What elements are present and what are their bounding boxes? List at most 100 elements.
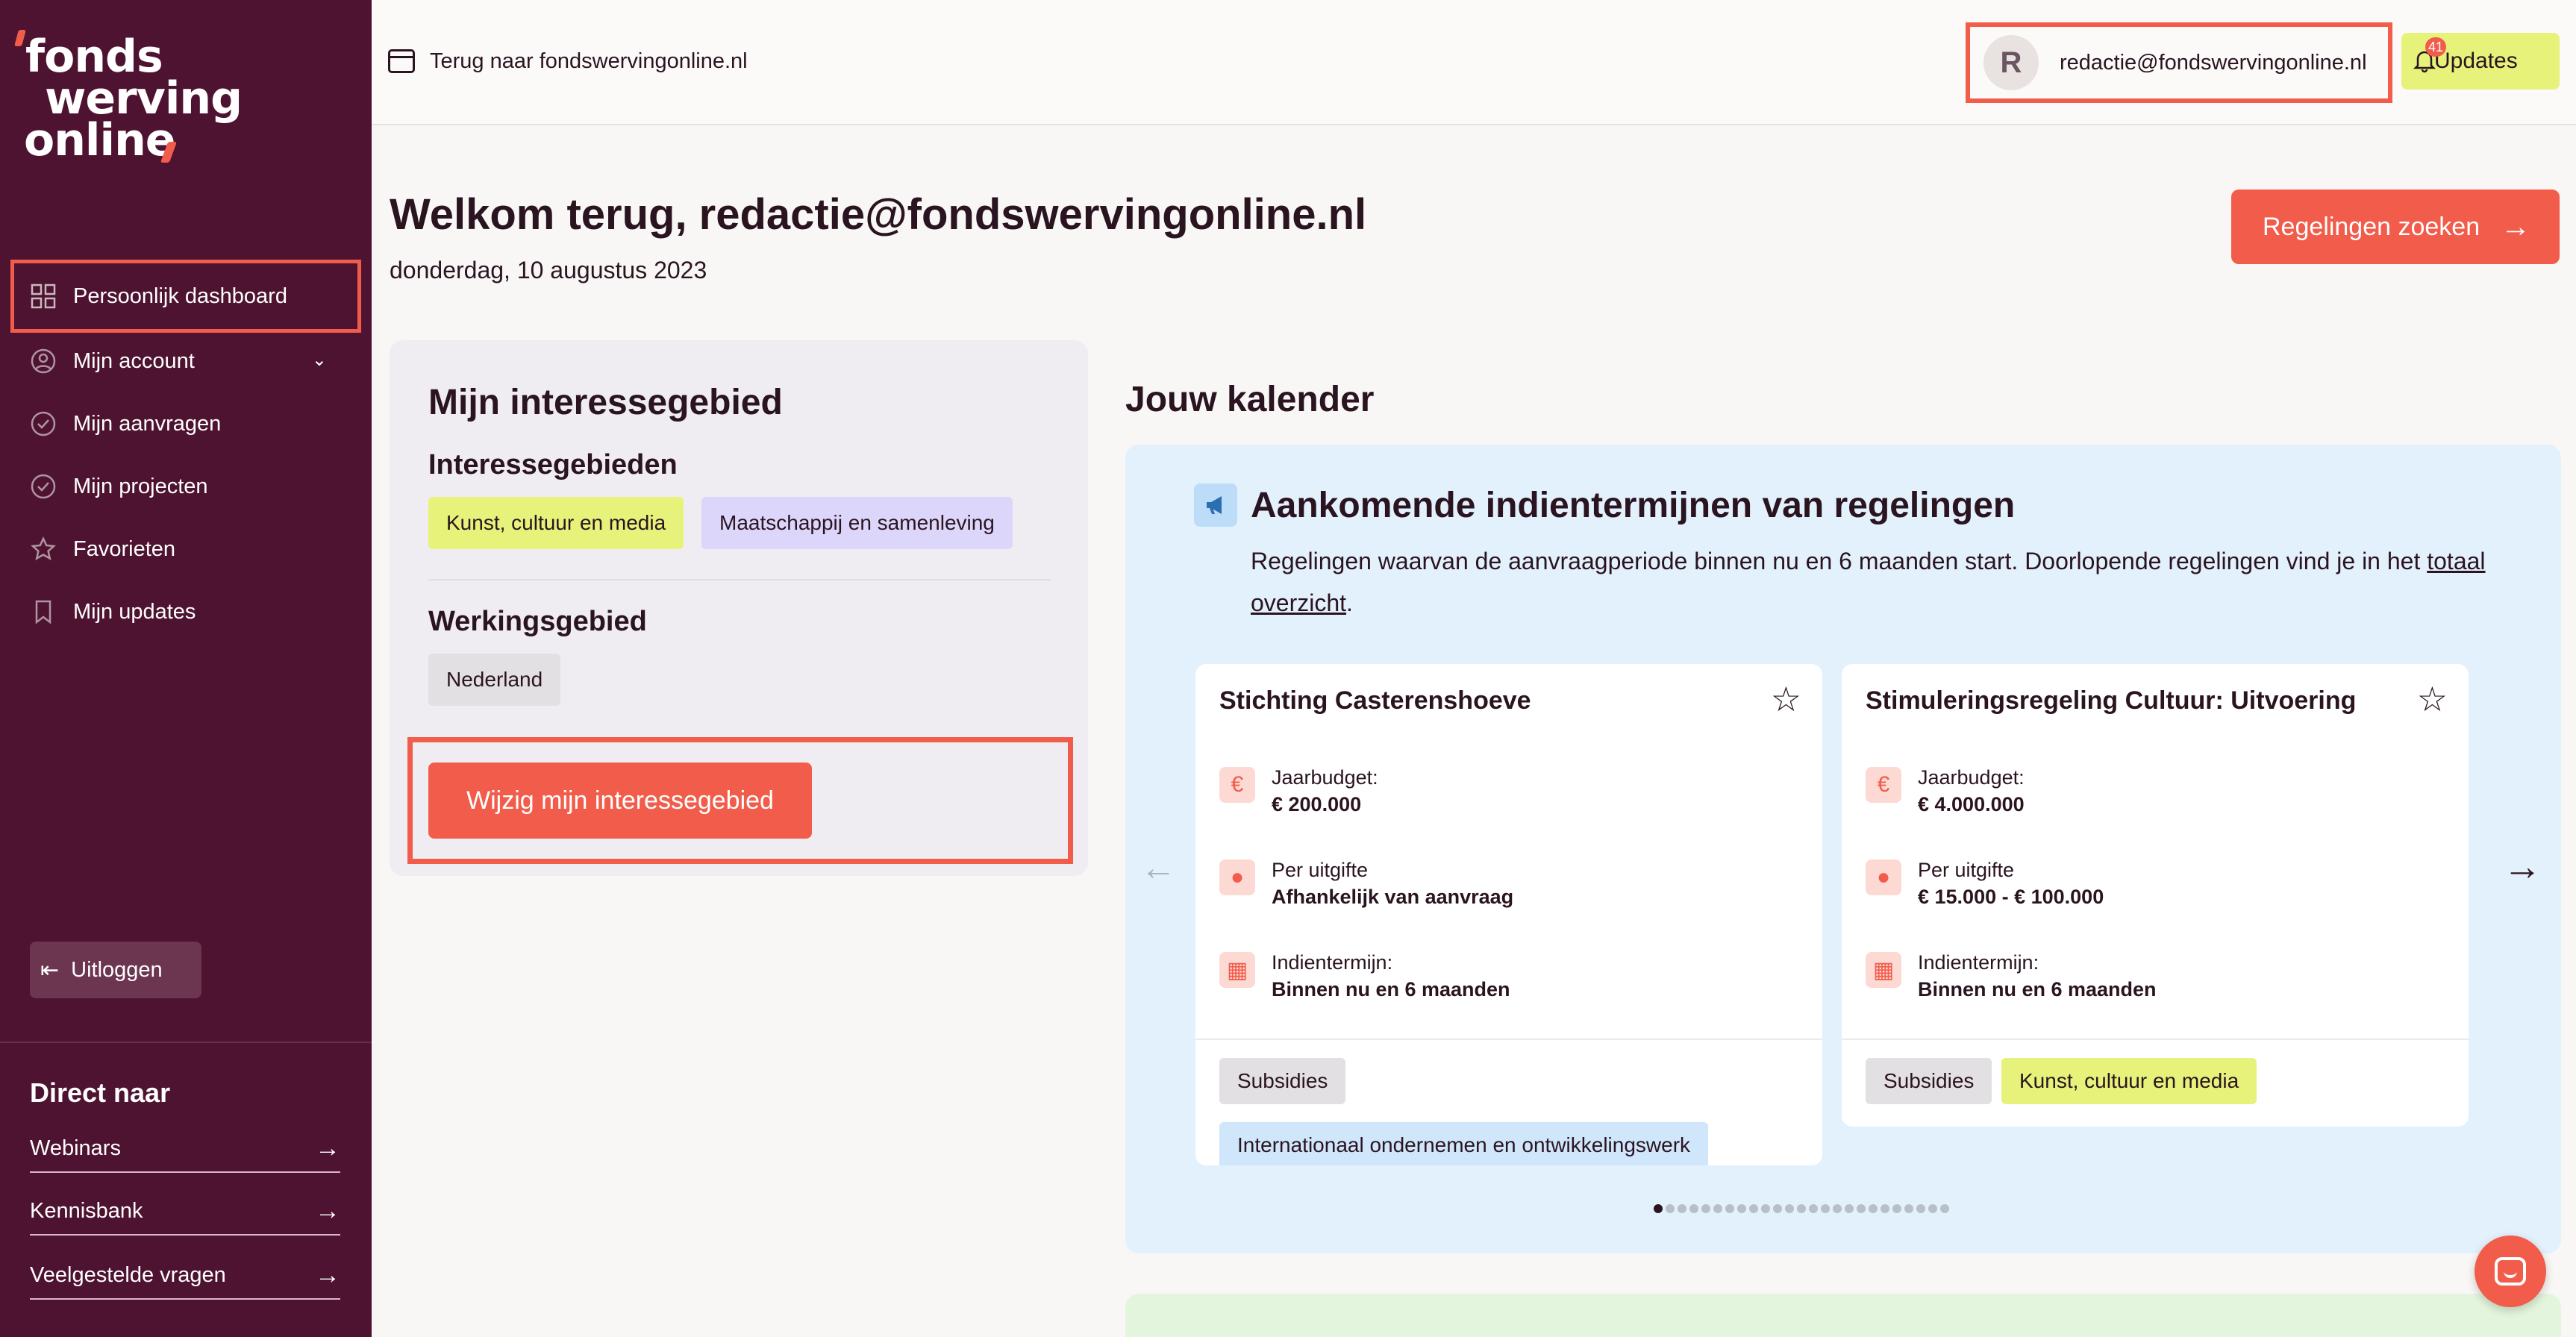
sidebar-item-favorieten[interactable]: Favorieten [10, 518, 361, 580]
carousel-dot[interactable] [1678, 1204, 1686, 1213]
favorite-star-icon[interactable]: ☆ [2417, 679, 2448, 719]
favorite-star-icon[interactable]: ☆ [1771, 679, 1801, 719]
sidebar-item-label: Mijn projecten [73, 474, 208, 498]
carousel-dot[interactable] [1785, 1204, 1794, 1213]
direct-link-label: Webinars [30, 1136, 121, 1160]
bookmark-icon [30, 598, 57, 625]
carousel-dot[interactable] [1701, 1204, 1710, 1213]
coins-icon: ● [1219, 860, 1255, 895]
logout-button[interactable]: ⇤ Uitloggen [30, 942, 201, 998]
per-value: € 15.000 - € 100.000 [1918, 886, 2104, 908]
per-uitgifte-row: ● Per uitgifte € 15.000 - € 100.000 [1866, 857, 2104, 924]
carousel-dot[interactable] [1725, 1204, 1734, 1213]
calendar-description: Regelingen waarvan de aanvraagperiode bi… [1251, 540, 2519, 624]
regeling-tag: Internationaal ondernemen en ontwikkelin… [1219, 1122, 1709, 1165]
divider [1842, 1039, 2469, 1040]
page-title: Welkom terug, redactie@fondswervingonlin… [390, 190, 1367, 239]
fondswerving-logo[interactable]: fonds werving online [14, 28, 261, 170]
sidebar-item-mijn-updates[interactable]: Mijn updates [10, 580, 361, 643]
per-uitgifte-row: ● Per uitgifte Afhankelijk van aanvraag [1219, 857, 1513, 924]
carousel-dot[interactable] [1666, 1204, 1675, 1213]
term-label: Indientermijn: [1918, 951, 2039, 974]
user-circle-icon [30, 348, 57, 375]
carousel-prev-button[interactable]: ← [1140, 848, 1176, 889]
carousel-dot[interactable] [1916, 1204, 1925, 1213]
carousel-next-button[interactable]: → [2503, 845, 2542, 889]
carousel-dot[interactable] [1689, 1204, 1698, 1213]
description-text: Regelingen waarvan de aanvraagperiode bi… [1251, 548, 2427, 574]
carousel-dot[interactable] [1857, 1204, 1866, 1213]
carousel-dot[interactable] [1761, 1204, 1770, 1213]
interest-subtitle: Interessegebieden [428, 449, 678, 480]
carousel-dot[interactable] [1881, 1204, 1889, 1213]
euro-icon: € [1866, 767, 1901, 803]
arrow-right-icon: → [315, 1260, 340, 1289]
term-value: Binnen nu en 6 maanden [1272, 978, 1510, 1001]
carousel-dot[interactable] [1809, 1204, 1818, 1213]
sidebar-item-label: Mijn account [73, 348, 195, 373]
carousel-dot[interactable] [1737, 1204, 1746, 1213]
carousel-dot[interactable] [1928, 1204, 1937, 1213]
logout-label: Uitloggen [71, 957, 163, 982]
carousel-dot[interactable] [1833, 1204, 1842, 1213]
carousel-dot[interactable] [1821, 1204, 1830, 1213]
sidebar-item-mijn-account[interactable]: Mijn account ⌄ [10, 330, 361, 392]
calendar-icon: ▦ [1866, 952, 1901, 988]
per-label: Per uitgifte [1272, 859, 1369, 881]
interest-title: Mijn interessegebied [428, 383, 783, 422]
indientermijn-row: ▦ Indientermijn: Binnen nu en 6 maanden [1219, 949, 1510, 1016]
interest-tag: Maatschappij en samenleving [701, 497, 1013, 549]
budget-label: Jaarbudget: [1272, 766, 1378, 789]
direct-title: Direct naar [30, 1077, 171, 1108]
sidebar-item-persoonlijk-dashboard[interactable]: Persoonlijk dashboard [10, 260, 361, 333]
carousel-dot[interactable] [1940, 1204, 1949, 1213]
carousel-dot[interactable] [1654, 1204, 1663, 1213]
current-date: donderdag, 10 augustus 2023 [390, 257, 707, 284]
werkingsgebied-tag: Nederland [428, 654, 561, 706]
wijzig-interessegebied-button[interactable]: Wijzig mijn interessegebied [428, 763, 812, 839]
sidebar-item-mijn-projecten[interactable]: Mijn projecten [10, 455, 361, 518]
chat-icon [2495, 1257, 2526, 1286]
sidebar-item-mijn-aanvragen[interactable]: Mijn aanvragen [10, 392, 361, 455]
sidebar-item-label: Persoonlijk dashboard [73, 284, 287, 308]
budget-value: € 200.000 [1272, 793, 1362, 815]
carousel-dot[interactable] [1773, 1204, 1782, 1213]
direct-link-webinars[interactable]: Webinars → [30, 1125, 340, 1173]
user-menu[interactable]: R redactie@fondswervingonline.nl [1966, 22, 2392, 103]
direct-link-label: Veelgestelde vragen [30, 1262, 226, 1287]
werkingsgebied-title: Werkingsgebied [428, 606, 647, 637]
direct-links-section: Direct naar Webinars → Kennisbank → Veel… [0, 1042, 372, 1300]
term-value: Binnen nu en 6 maanden [1918, 978, 2157, 1001]
carousel-dot[interactable] [1749, 1204, 1758, 1213]
regeling-card[interactable]: Stimuleringsregeling Cultuur: Uitvoering… [1842, 664, 2469, 1127]
regeling-tag: Subsidies [1219, 1058, 1346, 1104]
check-circle-icon [30, 473, 57, 500]
chevron-down-icon[interactable]: ⌄ [312, 349, 327, 371]
logo-line-3: online [24, 114, 175, 166]
sidebar-nav: Persoonlijk dashboard Mijn account ⌄ Mij… [10, 260, 361, 643]
avatar: R [1983, 35, 2039, 90]
direct-link-veelgestelde-vragen[interactable]: Veelgestelde vragen → [30, 1252, 340, 1300]
chat-button[interactable] [2475, 1236, 2546, 1307]
regelingen-zoeken-button[interactable]: Regelingen zoeken → [2231, 190, 2560, 264]
budget-label: Jaarbudget: [1918, 766, 2025, 789]
regeling-title: Stichting Casterenshoeve [1219, 686, 1531, 715]
direct-link-kennisbank[interactable]: Kennisbank → [30, 1188, 340, 1236]
budget-row: € Jaarbudget: € 200.000 [1219, 764, 1378, 831]
carousel-dot[interactable] [1904, 1204, 1913, 1213]
carousel-dot[interactable] [1869, 1204, 1878, 1213]
carousel-dot[interactable] [1892, 1204, 1901, 1213]
carousel-pagination [1654, 1204, 1949, 1213]
check-circle-icon [30, 410, 57, 437]
back-to-site-link[interactable]: Terug naar fondswervingonline.nl [388, 43, 748, 79]
carousel-dot[interactable] [1713, 1204, 1722, 1213]
regeling-card[interactable]: Stichting Casterenshoeve ☆ € Jaarbudget:… [1195, 664, 1822, 1165]
updates-button[interactable]: 41 Updates [2401, 33, 2560, 90]
carousel-dot[interactable] [1845, 1204, 1854, 1213]
sidebar-item-label: Favorieten [73, 536, 176, 561]
carousel-dot[interactable] [1797, 1204, 1806, 1213]
per-value: Afhankelijk van aanvraag [1272, 886, 1514, 908]
logout-icon: ⇤ [40, 957, 60, 983]
divider [428, 579, 1051, 580]
calendar-panel: Aankomende indientermijnen van regelinge… [1125, 445, 2561, 1253]
